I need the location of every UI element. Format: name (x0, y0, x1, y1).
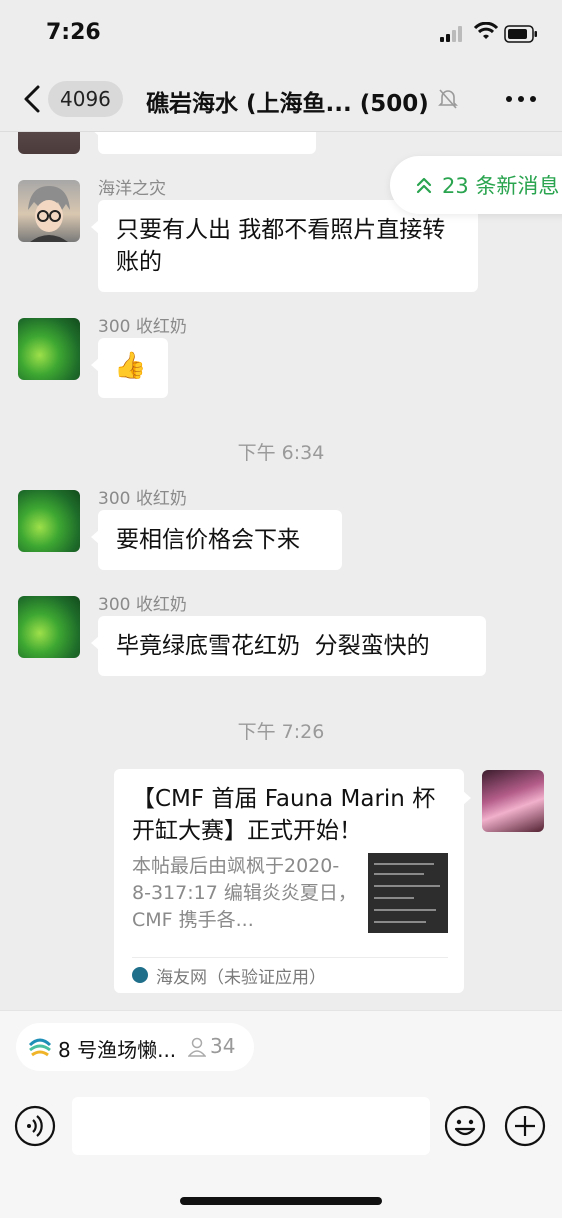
person-icon (188, 1037, 206, 1057)
status-bar: 7:26 (0, 0, 562, 66)
shared-link-card[interactable]: 【CMF 首届 Fauna Marin 杯开缸大赛】正式开始！ 本帖最后由飒枫于… (114, 769, 471, 993)
more-options-icon[interactable] (506, 96, 536, 102)
message-bubble[interactable]: 要相信价格会下来 (91, 510, 342, 570)
new-messages-label: 23 条新消息 (442, 174, 560, 198)
home-indicator (180, 1197, 382, 1205)
status-time: 7:26 (46, 20, 101, 45)
plus-icon[interactable] (504, 1105, 546, 1147)
avatar[interactable] (18, 132, 80, 154)
sender-name: 300 收红奶 (98, 595, 187, 615)
voice-input-icon[interactable] (14, 1105, 56, 1147)
back-arrow-icon[interactable] (20, 84, 44, 114)
sender-name: 300 收红奶 (98, 489, 187, 509)
mini-app-logo-icon (28, 1038, 52, 1057)
sender-name: 海洋之灾 (98, 179, 166, 199)
link-card-title: 【CMF 首届 Fauna Marin 杯开缸大赛】正式开始！ (132, 786, 436, 844)
avatar[interactable] (18, 596, 80, 658)
link-card-description: 本帖最后由飒枫于2020-8-317:17 编辑炎炎夏日，CMF 携手各... (132, 855, 357, 931)
time-divider: 下午 7:26 (237, 721, 325, 743)
wifi-icon (474, 22, 498, 39)
cellular-signal-icon (440, 26, 468, 42)
chat-header: 4096 礁岩海水 (上海鱼... (500) (0, 66, 562, 132)
chat-title: 礁岩海水 (上海鱼... (500) (146, 91, 429, 117)
message-bubble-partial[interactable] (91, 132, 316, 154)
avatar[interactable] (18, 318, 80, 380)
mini-app-label: 8 号渔场懒... (58, 1038, 177, 1062)
message-input[interactable] (72, 1097, 430, 1155)
link-card-divider (132, 957, 448, 958)
battery-icon (504, 25, 537, 43)
mute-bell-icon (438, 89, 458, 109)
link-card-thumbnail (368, 853, 448, 933)
avatar[interactable] (18, 180, 80, 242)
time-divider: 下午 6:34 (237, 442, 325, 464)
new-messages-button[interactable]: 23 条新消息 (390, 156, 562, 214)
source-app-icon (132, 967, 148, 983)
emoji-icon[interactable] (444, 1105, 486, 1147)
mini-app-user-count: 34 (210, 1034, 236, 1058)
chat-message-list[interactable]: 海洋之灾 只要有人出 我都不看照片直接转账的 300 收红奶 👍 下午 6:34… (0, 132, 562, 1010)
sender-name: 300 收红奶 (98, 317, 187, 337)
my-avatar[interactable] (482, 770, 544, 832)
message-bubble[interactable]: 👍 (91, 338, 168, 398)
avatar[interactable] (18, 490, 80, 552)
link-card-source: 海友网（未验证应用） (156, 968, 326, 988)
unread-count-badge[interactable]: 4096 (48, 81, 123, 117)
chat-input-area: 8 号渔场懒... 34 (0, 1010, 562, 1218)
double-chevron-up-icon (416, 177, 432, 194)
pinned-mini-app[interactable]: 8 号渔场懒... 34 (16, 1023, 254, 1071)
message-bubble[interactable]: 毕竟绿底雪花红奶 分裂蛮快的 (91, 616, 486, 676)
